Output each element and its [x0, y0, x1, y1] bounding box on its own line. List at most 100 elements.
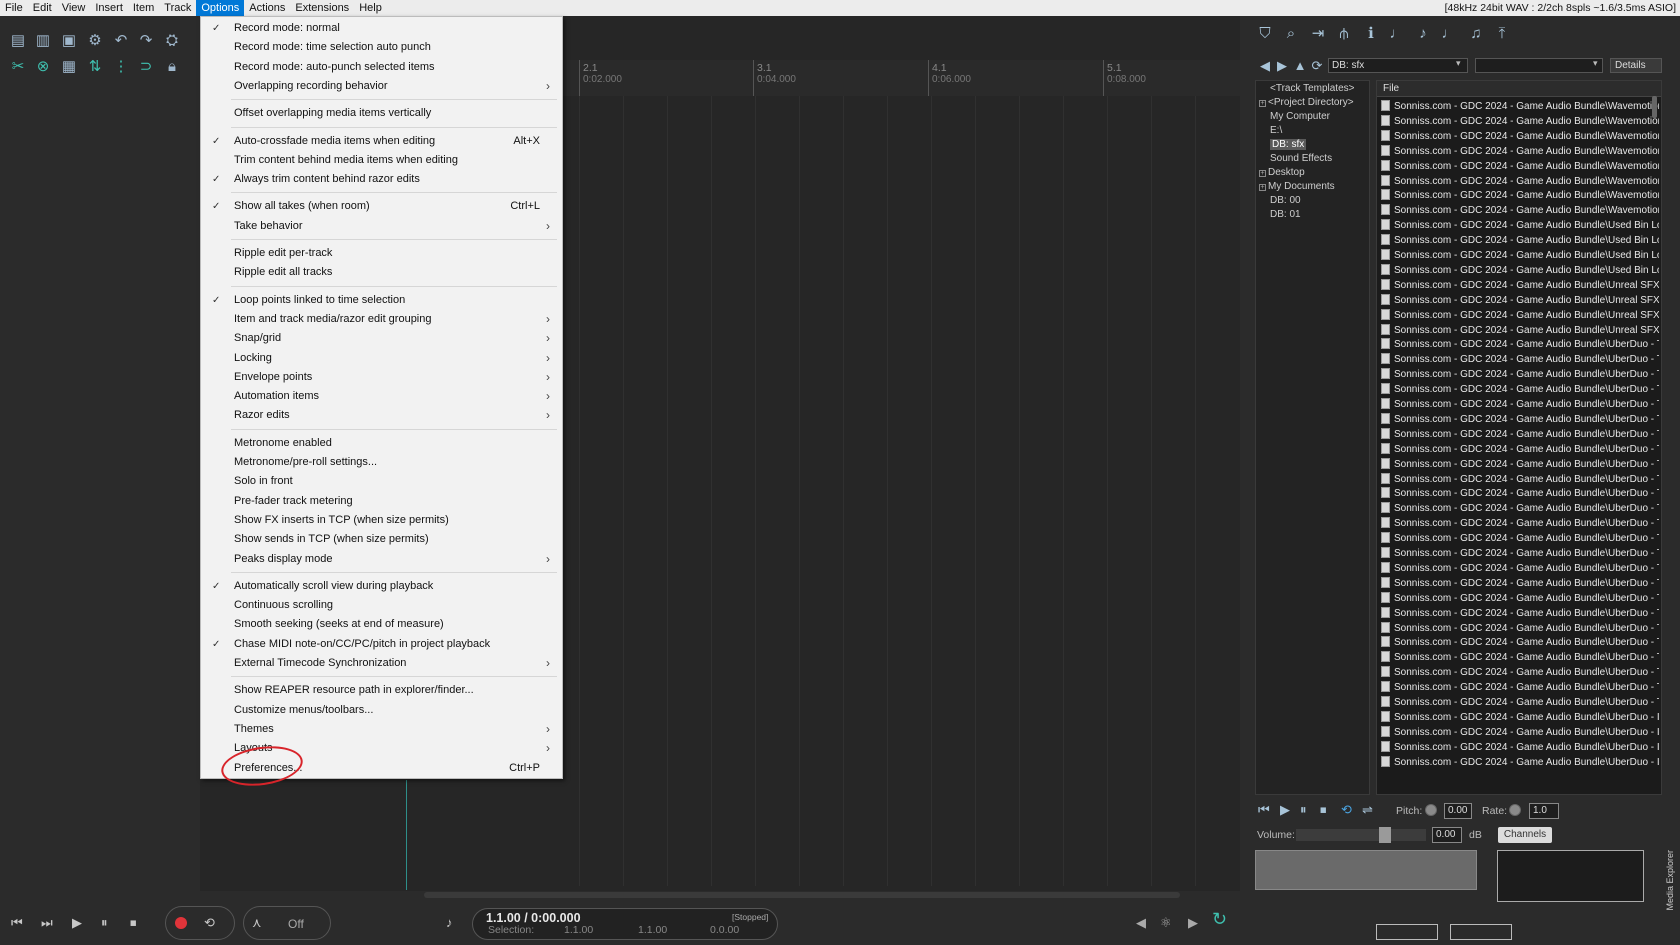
open-project-icon[interactable]: ▥	[33, 31, 53, 51]
file-row[interactable]: Sonniss.com - GDC 2024 - Game Audio Bund…	[1381, 472, 1659, 487]
file-row[interactable]: Sonniss.com - GDC 2024 - Game Audio Bund…	[1381, 383, 1659, 397]
play-icon[interactable]: ▶	[1280, 802, 1290, 818]
file-row[interactable]: Sonniss.com - GDC 2024 - Game Audio Bund…	[1381, 755, 1659, 770]
file-row[interactable]: Sonniss.com - GDC 2024 - Game Audio Bund…	[1381, 353, 1659, 367]
search-icon[interactable]: ⌕	[1281, 24, 1301, 44]
selection-start[interactable]: 1.1.00	[564, 924, 593, 936]
tree-item[interactable]: Sound Effects	[1270, 153, 1332, 164]
menu-item-offset-overlapping-media-items-vertically[interactable]: Offset overlapping media items verticall…	[201, 104, 562, 123]
menu-item-item-and-track-media-razor-edit-grouping[interactable]: Item and track media/razor edit grouping…	[201, 310, 562, 329]
menu-item-show-fx-inserts-in-tcp-when-size-permits[interactable]: Show FX inserts in TCP (when size permit…	[201, 511, 562, 530]
menu-item-show-reaper-resource-path-in-explorer-finder[interactable]: Show REAPER resource path in explorer/fi…	[201, 681, 562, 700]
file-row[interactable]: Sonniss.com - GDC 2024 - Game Audio Bund…	[1381, 129, 1659, 144]
tree-item[interactable]: E:\	[1270, 125, 1282, 136]
tree-item[interactable]: + My Documents	[1259, 181, 1335, 192]
file-row[interactable]: Sonniss.com - GDC 2024 - Game Audio Bund…	[1381, 368, 1659, 382]
metronome-icon[interactable]: ♪	[446, 915, 453, 930]
stop-icon[interactable]: ⏹	[130, 915, 137, 931]
menu-item-chase-midi-note-on-cc-pc-pitch-in-project-playback[interactable]: ✓ Chase MIDI note-on/CC/PC/pitch in proje…	[201, 635, 562, 654]
file-row[interactable]: Sonniss.com - GDC 2024 - Game Audio Bund…	[1381, 532, 1659, 546]
expand-icon[interactable]: +	[1259, 170, 1266, 177]
file-row[interactable]: Sonniss.com - GDC 2024 - Game Audio Bund…	[1381, 636, 1659, 650]
menu-item-always-trim-content-behind-razor-edits[interactable]: ✓ Always trim content behind razor edits	[201, 170, 562, 189]
redo-icon[interactable]: ↷	[136, 31, 156, 51]
menu-item-take-behavior[interactable]: Take behavior ›	[201, 217, 562, 236]
midi-mode-icon[interactable]: ♫	[1466, 24, 1486, 44]
file-row[interactable]: Sonniss.com - GDC 2024 - Game Audio Bund…	[1381, 144, 1659, 159]
file-row[interactable]: Sonniss.com - GDC 2024 - Game Audio Bund…	[1381, 621, 1659, 636]
file-row[interactable]: Sonniss.com - GDC 2024 - Game Audio Bund…	[1381, 308, 1659, 323]
menu-item-pre-fader-track-metering[interactable]: Pre-fader track metering	[201, 492, 562, 511]
file-row[interactable]: Sonniss.com - GDC 2024 - Game Audio Bund…	[1381, 576, 1659, 591]
menu-item-metronome-enabled[interactable]: Metronome enabled	[201, 434, 562, 453]
repeat-icon[interactable]: ⟲	[204, 915, 215, 931]
menu-item-trim-content-behind-media-items-when-editing[interactable]: Trim content behind media items when edi…	[201, 151, 562, 170]
rate-input[interactable]: 1.0	[1529, 803, 1559, 819]
file-row[interactable]: Sonniss.com - GDC 2024 - Game Audio Bund…	[1381, 263, 1659, 278]
file-row[interactable]: Sonniss.com - GDC 2024 - Game Audio Bund…	[1381, 398, 1659, 412]
skip-to-start-icon[interactable]: ⏮	[11, 915, 23, 931]
menu-item-auto-crossfade-media-items-when-editing[interactable]: ✓ Auto-crossfade media items when editing…	[201, 132, 562, 151]
tree-item[interactable]: DB: 01	[1270, 209, 1301, 220]
pitch-knob[interactable]	[1425, 804, 1437, 816]
settings-gear-icon[interactable]: ⚙	[85, 31, 105, 51]
audio-device-status[interactable]: [48kHz 24bit WAV : 2/2ch 8spls ~1.6/3.5m…	[1445, 0, 1676, 16]
view-mode-dropdown[interactable]: Details	[1610, 58, 1662, 73]
menu-actions[interactable]: Actions	[244, 0, 290, 16]
record-button[interactable]	[175, 917, 187, 929]
file-row[interactable]: Sonniss.com - GDC 2024 - Game Audio Bund…	[1381, 249, 1659, 263]
file-row[interactable]: Sonniss.com - GDC 2024 - Game Audio Bund…	[1381, 651, 1659, 665]
search-input[interactable]	[1475, 58, 1603, 73]
forward-arrow-icon[interactable]: ▶	[1272, 56, 1292, 76]
file-row[interactable]: Sonniss.com - GDC 2024 - Game Audio Bund…	[1381, 234, 1659, 248]
menu-item[interactable]: Item	[128, 0, 159, 16]
file-column-header[interactable]: File	[1377, 81, 1661, 97]
menu-item-automation-items[interactable]: Automation items ›	[201, 387, 562, 406]
file-row[interactable]: Sonniss.com - GDC 2024 - Game Audio Bund…	[1381, 740, 1659, 755]
channels-button[interactable]: Channels	[1498, 827, 1552, 843]
menu-item-customize-menus-toolbars[interactable]: Customize menus/toolbars...	[201, 701, 562, 720]
snap-icon[interactable]: ⇅	[85, 57, 105, 77]
file-row[interactable]: Sonniss.com - GDC 2024 - Game Audio Bund…	[1381, 114, 1659, 129]
midi-eighth-icon[interactable]: ♪	[1413, 24, 1433, 44]
auto-play-icon[interactable]: ⤒	[1492, 24, 1512, 44]
file-row[interactable]: Sonniss.com - GDC 2024 - Game Audio Bund…	[1381, 293, 1659, 308]
rate-knob[interactable]	[1509, 804, 1521, 816]
chevron-down-icon[interactable]: ▾	[1456, 58, 1461, 69]
tree-item[interactable]: DB: 00	[1270, 195, 1301, 206]
options-icon[interactable]: ⇌	[1362, 802, 1373, 818]
pitch-input[interactable]: 0.00	[1444, 803, 1472, 819]
metronome-icon[interactable]: ⛭	[162, 31, 182, 51]
menu-item-record-mode-time-selection-auto-punch[interactable]: Record mode: time selection auto punch	[201, 38, 562, 57]
midi-note-icon[interactable]: ♩	[1387, 24, 1407, 44]
database-icon[interactable]: ⛉	[1255, 24, 1275, 44]
expand-icon[interactable]: +	[1259, 184, 1266, 191]
auto-crossfade-icon[interactable]: ⊃	[136, 57, 156, 77]
file-row[interactable]: Sonniss.com - GDC 2024 - Game Audio Bund…	[1381, 219, 1659, 233]
menu-item-ripple-edit-per-track[interactable]: Ripple edit per-track	[201, 244, 562, 263]
waveform-preview[interactable]	[1255, 850, 1477, 890]
menu-item-metronome-pre-roll-settings[interactable]: Metronome/pre-roll settings...	[201, 453, 562, 472]
file-row[interactable]: Sonniss.com - GDC 2024 - Game Audio Bund…	[1381, 725, 1659, 740]
menu-item-record-mode-normal[interactable]: ✓ Record mode: normal	[201, 19, 562, 38]
menu-item-external-timecode-synchronization[interactable]: External Timecode Synchronization ›	[201, 654, 562, 673]
tree-item[interactable]: DB: sfx	[1270, 139, 1307, 150]
file-row[interactable]: Sonniss.com - GDC 2024 - Game Audio Bund…	[1381, 681, 1659, 695]
file-row[interactable]: Sonniss.com - GDC 2024 - Game Audio Bund…	[1381, 487, 1659, 501]
menu-item-solo-in-front[interactable]: Solo in front	[201, 472, 562, 491]
menu-help[interactable]: Help	[354, 0, 387, 16]
docker-tab[interactable]	[1450, 924, 1512, 940]
loop-icon[interactable]: ⟲	[1341, 802, 1352, 818]
file-row[interactable]: Sonniss.com - GDC 2024 - Game Audio Bund…	[1381, 666, 1659, 680]
docker-tab[interactable]	[1376, 924, 1438, 940]
forward-icon[interactable]: ▶	[1188, 915, 1198, 931]
file-row[interactable]: Sonniss.com - GDC 2024 - Game Audio Bund…	[1381, 547, 1659, 561]
ripple-off-icon[interactable]: ✂	[8, 57, 28, 77]
file-row[interactable]: Sonniss.com - GDC 2024 - Game Audio Bund…	[1381, 561, 1659, 576]
file-row[interactable]: Sonniss.com - GDC 2024 - Game Audio Bund…	[1381, 278, 1659, 293]
file-row[interactable]: Sonniss.com - GDC 2024 - Game Audio Bund…	[1381, 442, 1659, 457]
volume-slider[interactable]	[1296, 829, 1426, 841]
grid-snap-icon[interactable]: ⋏	[252, 915, 262, 931]
menu-item-record-mode-auto-punch-selected-items[interactable]: Record mode: auto-punch selected items	[201, 58, 562, 77]
selection-end[interactable]: 1.1.00	[638, 924, 667, 936]
